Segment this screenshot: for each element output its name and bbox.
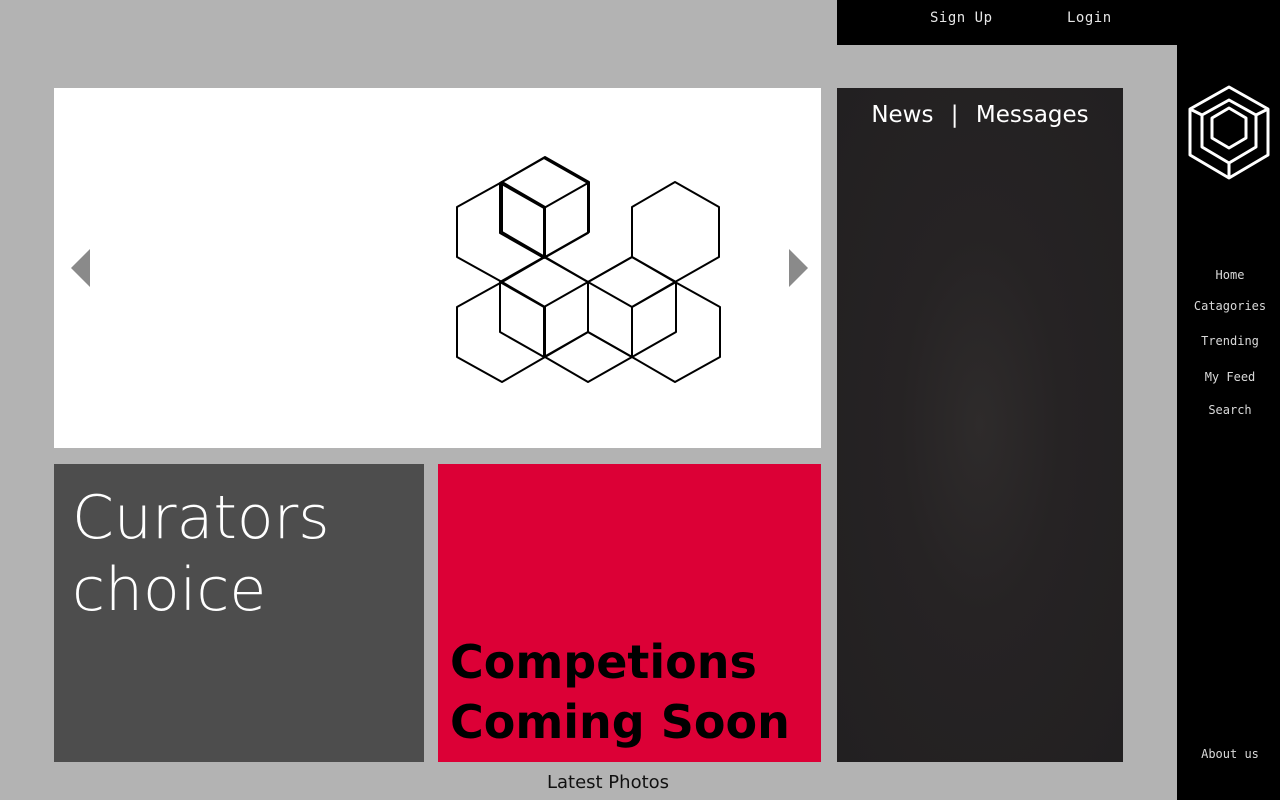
news-messages-header: News | Messages [837, 102, 1123, 128]
nav-about-us[interactable]: About us [1180, 747, 1280, 761]
login-link[interactable]: Login [1067, 10, 1112, 26]
triangle-left-icon[interactable] [71, 249, 90, 287]
nav-categories[interactable]: Catagories [1180, 299, 1280, 313]
latest-photos-heading: Latest Photos [546, 772, 670, 793]
triangle-right-icon[interactable] [789, 249, 808, 287]
competitions-title-line1: Competions [450, 635, 757, 689]
nav-home[interactable]: Home [1180, 268, 1280, 282]
curators-choice-title: Curators choice [72, 482, 412, 626]
competitions-title: Competions Coming Soon [450, 632, 820, 752]
tab-separator: | [950, 102, 959, 128]
hexagon-cube-logo-icon[interactable] [1186, 84, 1272, 182]
hexagon-cubes-artwork [456, 156, 721, 383]
tab-news[interactable]: News [871, 102, 933, 128]
competitions-title-line2: Coming Soon [450, 695, 790, 749]
top-auth-bar: Sign Up Login [837, 0, 1280, 45]
signup-link[interactable]: Sign Up [930, 10, 993, 26]
nav-search[interactable]: Search [1180, 403, 1280, 417]
news-messages-panel: News | Messages [837, 88, 1123, 762]
competitions-tile[interactable]: Competions Coming Soon [438, 464, 821, 762]
nav-my-feed[interactable]: My Feed [1180, 370, 1280, 384]
curators-title-line1: Curators [72, 483, 330, 553]
nav-trending[interactable]: Trending [1180, 334, 1280, 348]
curators-title-line2: choice [72, 555, 267, 625]
tab-messages[interactable]: Messages [976, 102, 1089, 128]
curators-choice-tile[interactable]: Curators choice [54, 464, 424, 762]
